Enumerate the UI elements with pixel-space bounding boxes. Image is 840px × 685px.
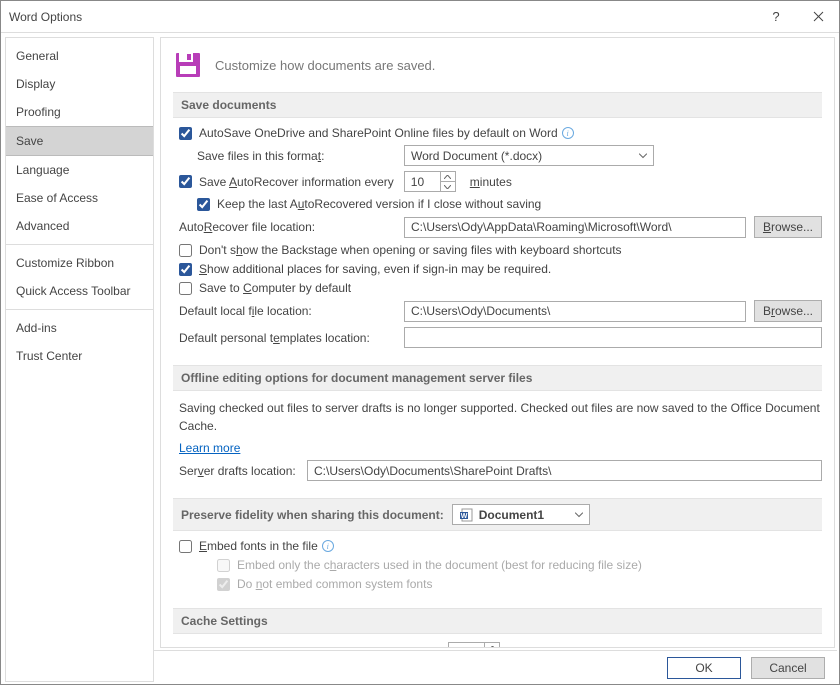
default-local-label: Default local file location: [179, 304, 404, 318]
row-keep-last: Keep the last AutoRecovered version if I… [179, 197, 822, 211]
keep-last-checkbox[interactable] [197, 198, 210, 211]
category-sidebar: GeneralDisplayProofingSaveLanguageEase o… [5, 37, 154, 682]
do-not-embed-label: Do not embed common system fonts [237, 577, 432, 591]
autorecover-checkbox[interactable] [179, 175, 192, 188]
fidelity-doc-select[interactable]: W Document1 [452, 504, 590, 525]
show-additional-checkbox[interactable] [179, 263, 192, 276]
cache-days-input[interactable]: 14 [448, 642, 500, 648]
save-to-computer-label[interactable]: Save to Computer by default [199, 281, 351, 295]
dont-show-backstage-checkbox[interactable] [179, 244, 192, 257]
cache-days-label: Days to keep files in the Office Documen… [179, 646, 440, 649]
section-offline-head: Offline editing options for document man… [173, 365, 822, 391]
keep-last-label[interactable]: Keep the last AutoRecovered version if I… [217, 197, 541, 211]
word-doc-icon: W [459, 507, 475, 523]
minutes-label: minutes [470, 175, 512, 189]
embed-fonts-checkbox[interactable] [179, 540, 192, 553]
word-options-dialog: Word Options ? GeneralDisplayProofingSav… [0, 0, 840, 685]
dont-show-backstage-label[interactable]: Don't show the Backstage when opening or… [199, 243, 622, 257]
fidelity-doc-value: Document1 [479, 508, 544, 522]
row-do-not-embed: Do not embed common system fonts [179, 577, 822, 591]
dialog-body: GeneralDisplayProofingSaveLanguageEase o… [1, 33, 839, 684]
row-embed-only: Embed only the characters used in the do… [179, 558, 822, 572]
row-save-format: Save files in this format: Word Document… [179, 145, 822, 166]
browse-default-local-button[interactable]: Browse... [754, 300, 822, 322]
content-pane: Customize how documents are saved. Save … [160, 37, 835, 648]
show-additional-label[interactable]: Show additional places for saving, even … [199, 262, 551, 276]
sidebar-item-proofing[interactable]: Proofing [6, 98, 153, 126]
autorecover-loc-label: AutoRecover file location: [179, 220, 404, 234]
autosave-checkbox[interactable] [179, 127, 192, 140]
embed-fonts-label[interactable]: Embed fonts in the file [199, 539, 318, 553]
row-show-additional: Show additional places for saving, even … [179, 262, 822, 276]
page-header: Customize how documents are saved. [173, 50, 822, 80]
svg-text:W: W [460, 513, 467, 520]
default-templates-label: Default personal templates location: [179, 331, 404, 345]
do-not-embed-checkbox [217, 578, 230, 591]
section-offline: Saving checked out files to server draft… [173, 399, 822, 490]
autorecover-label[interactable]: Save AutoRecover information every [199, 175, 394, 189]
spin-up[interactable] [441, 172, 455, 181]
sidebar-item-trust-center[interactable]: Trust Center [6, 342, 153, 370]
save-icon [173, 50, 203, 80]
spin-up[interactable] [485, 643, 499, 648]
row-autorecover-interval: Save AutoRecover information every 10 mi… [179, 171, 822, 192]
server-drafts-label: Server drafts location: [179, 464, 307, 478]
sidebar-item-display[interactable]: Display [6, 70, 153, 98]
fidelity-title: Preserve fidelity when sharing this docu… [181, 508, 444, 522]
sidebar-item-save[interactable]: Save [6, 126, 153, 156]
section-save-documents-head: Save documents [173, 92, 822, 118]
embed-only-checkbox [217, 559, 230, 572]
chevron-down-icon [575, 512, 583, 517]
embed-only-label: Embed only the characters used in the do… [237, 558, 642, 572]
row-default-local: Default local file location: Browse... [179, 300, 822, 322]
svg-text:?: ? [772, 11, 779, 23]
titlebar: Word Options ? [1, 1, 839, 33]
sidebar-item-customize-ribbon[interactable]: Customize Ribbon [6, 249, 153, 277]
chevron-down-icon [639, 153, 647, 158]
autorecover-minutes-input[interactable]: 10 [404, 171, 456, 192]
offline-note: Saving checked out files to server draft… [179, 399, 822, 435]
autosave-label[interactable]: AutoSave OneDrive and SharePoint Online … [199, 126, 558, 140]
save-format-label: Save files in this format: [179, 149, 404, 163]
ok-button[interactable]: OK [667, 657, 741, 679]
section-fidelity: Embed fonts in the file i Embed only the… [173, 539, 822, 600]
content-wrap: Customize how documents are saved. Save … [154, 35, 837, 684]
default-templates-input[interactable] [404, 327, 822, 348]
cancel-button[interactable]: Cancel [751, 657, 825, 679]
row-cache-days: Days to keep files in the Office Documen… [179, 642, 822, 648]
spin-down[interactable] [441, 181, 455, 191]
sidebar-item-language[interactable]: Language [6, 156, 153, 184]
row-autosave: AutoSave OneDrive and SharePoint Online … [179, 126, 822, 140]
server-drafts-input[interactable] [307, 460, 822, 481]
row-embed-fonts: Embed fonts in the file i [179, 539, 822, 553]
help-button[interactable]: ? [755, 1, 797, 33]
info-icon[interactable]: i [322, 540, 334, 552]
save-format-value: Word Document (*.docx) [411, 149, 542, 163]
sidebar-item-add-ins[interactable]: Add-ins [6, 314, 153, 342]
sidebar-item-ease-of-access[interactable]: Ease of Access [6, 184, 153, 212]
sidebar-item-quick-access-toolbar[interactable]: Quick Access Toolbar [6, 277, 153, 305]
default-local-input[interactable] [404, 301, 746, 322]
section-cache-head: Cache Settings [173, 608, 822, 634]
save-to-computer-checkbox[interactable] [179, 282, 192, 295]
row-server-drafts: Server drafts location: [179, 460, 822, 481]
window-title: Word Options [9, 10, 755, 24]
row-default-templates: Default personal templates location: [179, 327, 822, 348]
sidebar-item-general[interactable]: General [6, 42, 153, 70]
close-button[interactable] [797, 1, 839, 33]
browse-autorecover-button[interactable]: Browse... [754, 216, 822, 238]
learn-more-link[interactable]: Learn more [179, 441, 240, 455]
section-fidelity-head: Preserve fidelity when sharing this docu… [173, 498, 822, 531]
row-save-to-computer: Save to Computer by default [179, 281, 822, 295]
row-autorecover-location: AutoRecover file location: Browse... [179, 216, 822, 238]
save-format-select[interactable]: Word Document (*.docx) [404, 145, 654, 166]
section-save-documents: AutoSave OneDrive and SharePoint Online … [173, 126, 822, 357]
section-cache: Days to keep files in the Office Documen… [173, 642, 822, 648]
dialog-footer: OK Cancel [154, 650, 837, 684]
sidebar-item-advanced[interactable]: Advanced [6, 212, 153, 240]
row-dont-show-backstage: Don't show the Backstage when opening or… [179, 243, 822, 257]
page-header-text: Customize how documents are saved. [215, 58, 435, 73]
autorecover-loc-input[interactable] [404, 217, 746, 238]
info-icon[interactable]: i [562, 127, 574, 139]
